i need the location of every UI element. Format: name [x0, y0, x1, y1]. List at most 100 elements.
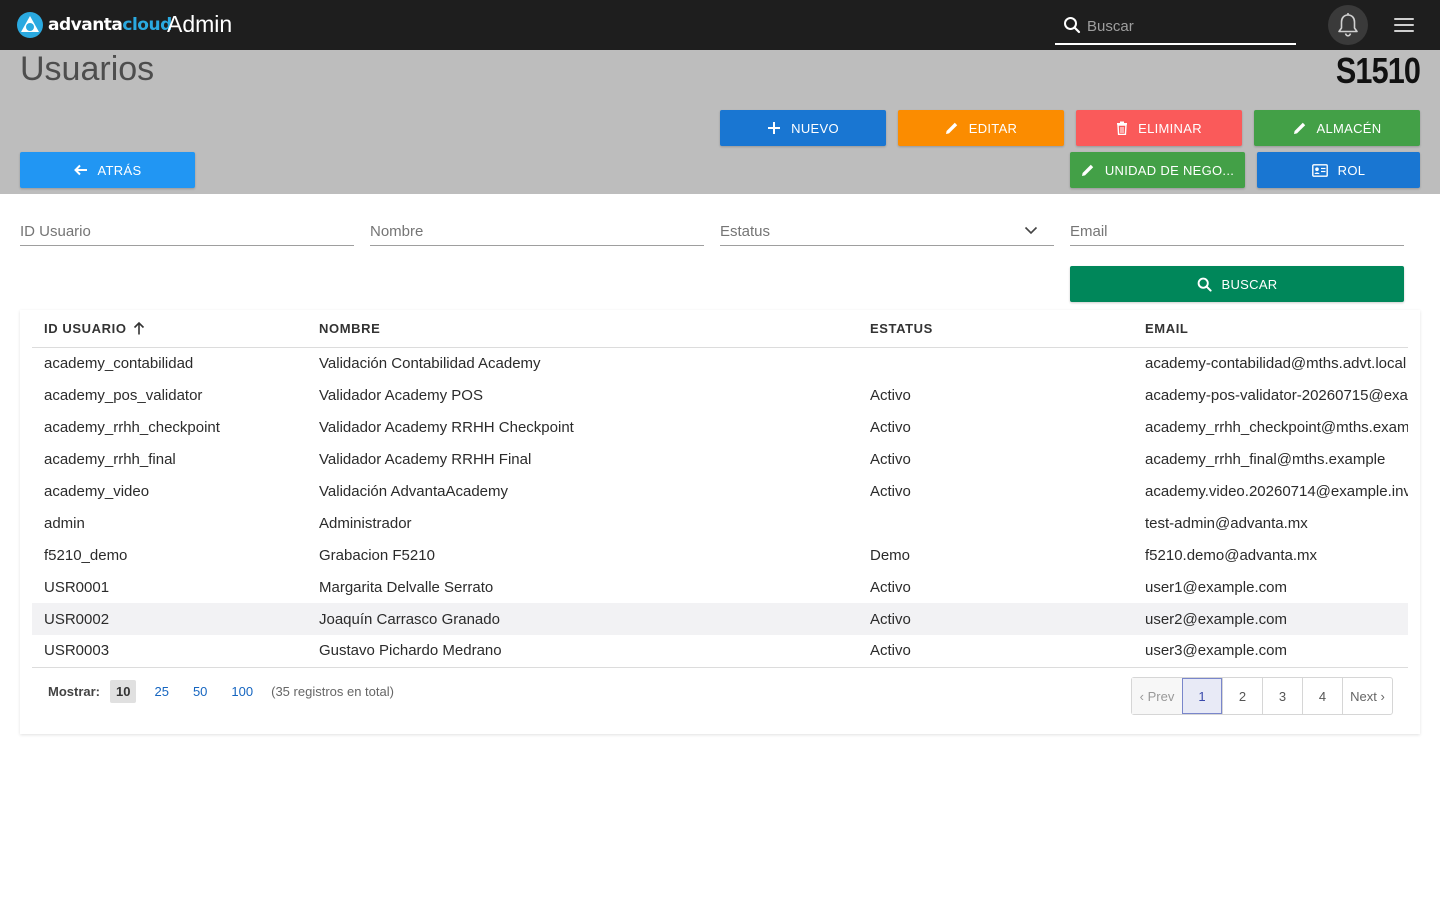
page-header: Usuarios S1510 NUEVO EDITAR ELIMINAR ALM…: [0, 50, 1440, 194]
page-3-button[interactable]: 3: [1262, 678, 1302, 714]
table-row-hovered[interactable]: USR0002 Joaquín Carrasco Granado Activo use…: [32, 603, 1408, 635]
page-size-selector: Mostrar: 10 25 50 100 (35 registros en t…: [48, 680, 394, 703]
table-header-row: ID USUARIO NOMBRE ESTATUS EMAIL: [32, 310, 1408, 348]
column-header-name[interactable]: NOMBRE: [307, 310, 858, 348]
cell-status: [858, 347, 1133, 379]
advantacloud-logo[interactable]: advantacloud: [16, 11, 172, 39]
pagination: ‹ Prev 1 2 3 4 Next ›: [1131, 677, 1393, 715]
cell-id: USR0001: [44, 578, 110, 596]
table-row[interactable]: USR0003 Gustavo Pichardo Medrano Activo use…: [32, 635, 1408, 668]
cell-id: USR0002: [32, 603, 307, 635]
business-unit-button[interactable]: UNIDAD DE NEGO...: [1070, 152, 1245, 188]
name-filter[interactable]: [370, 218, 704, 246]
menu-icon[interactable]: [1392, 15, 1416, 35]
bell-icon: [1338, 13, 1358, 37]
cell-status: Activo: [858, 603, 1133, 635]
cell-status: Activo: [870, 482, 911, 500]
trash-icon: [1117, 121, 1128, 135]
warehouse-button[interactable]: ALMACÉN: [1254, 110, 1420, 146]
cell-id: academy_video: [44, 482, 150, 500]
cell-status: Activo: [870, 386, 911, 404]
prev-page-button[interactable]: ‹ Prev: [1132, 678, 1182, 714]
new-button-label: NUEVO: [791, 120, 839, 136]
pencil-icon: [1293, 122, 1305, 134]
page-title: Usuarios: [20, 50, 155, 88]
column-header-id[interactable]: ID USUARIO: [32, 310, 307, 348]
cell-name: Validador Academy POS: [319, 386, 483, 404]
new-button[interactable]: NUEVO: [720, 110, 886, 146]
page-size-option-100[interactable]: 100: [225, 680, 259, 703]
column-header-status[interactable]: ESTATUS: [858, 310, 1133, 348]
email-filter[interactable]: [1070, 218, 1404, 246]
search-icon: [1197, 277, 1212, 292]
cell-name: Validación AdvantaAcademy: [319, 482, 509, 500]
cell-email: user3@example.com: [1133, 635, 1408, 668]
page-1-button[interactable]: 1: [1182, 678, 1222, 714]
cell-id: admin: [44, 514, 85, 532]
page-size-option-10[interactable]: 10: [110, 680, 137, 703]
cell-email: academy.video.20260714@example.invalid: [1145, 482, 1408, 500]
cell-id: academy_pos_validator: [44, 386, 203, 404]
role-button[interactable]: ROL: [1257, 152, 1420, 188]
page-size-label: Mostrar:: [48, 684, 101, 699]
page-4-button[interactable]: 4: [1302, 678, 1342, 714]
cell-id: academy_rrhh_checkpoint: [44, 418, 220, 436]
table-row[interactable]: academy_rrhh_final Validador Academy RRHH…: [32, 443, 1408, 475]
cell-name: Gustavo Pichardo Medrano: [307, 635, 858, 668]
table-row[interactable]: academy_contabilidad Validación Contabili…: [32, 347, 1408, 379]
users-table: ID USUARIO NOMBRE ESTATUS EMAIL academy_…: [32, 310, 1408, 668]
cell-email: academy_rrhh_checkpoint@mths.example: [1145, 418, 1408, 436]
global-search-input[interactable]: [1087, 14, 1287, 38]
table-row[interactable]: USR0001 Margarita Delvalle Serrato Activo u…: [32, 571, 1408, 603]
cell-email: academy-contabilidad@mths.advt.local: [1145, 354, 1407, 372]
next-page-button[interactable]: Next ›: [1342, 678, 1392, 714]
search-button[interactable]: BUSCAR: [1070, 266, 1404, 302]
delete-button-label: ELIMINAR: [1138, 120, 1202, 136]
total-records: (35 registros en total): [271, 684, 394, 699]
page-size-option-25[interactable]: 25: [148, 680, 174, 703]
id-card-icon: [1311, 163, 1328, 177]
table-row[interactable]: academy_rrhh_checkpoint Validador Academy…: [32, 411, 1408, 443]
cell-email: academy-pos-validator-20260715@example: [1145, 386, 1408, 404]
email-filter-input[interactable]: [1070, 218, 1404, 244]
table-row[interactable]: academy_pos_validator Validador Academy P…: [32, 379, 1408, 411]
back-button[interactable]: ATRÁS: [20, 152, 195, 188]
table-row[interactable]: academy_video Validación AdvantaAcademy Ac…: [32, 475, 1408, 507]
cell-status: Activo: [870, 578, 911, 596]
cell-name: Joaquín Carrasco Granado: [307, 603, 858, 635]
cell-id: academy_contabilidad: [44, 354, 194, 372]
back-button-label: ATRÁS: [97, 162, 142, 178]
column-header-email[interactable]: EMAIL: [1133, 310, 1408, 348]
status-filter-select[interactable]: [720, 218, 1054, 244]
cell-id: f5210_demo: [44, 546, 128, 564]
cell-name: Validador Academy RRHH Checkpoint: [319, 418, 574, 436]
role-button-label: ROL: [1337, 162, 1366, 178]
edit-button-label: EDITAR: [968, 120, 1018, 136]
status-filter[interactable]: [720, 218, 1054, 246]
user-id-filter[interactable]: [20, 218, 354, 246]
delete-button[interactable]: ELIMINAR: [1076, 110, 1242, 146]
pencil-icon: [1081, 164, 1094, 176]
app-title: Admin: [167, 11, 233, 37]
cell-status: Activo: [858, 635, 1133, 668]
cell-name: Administrador: [319, 514, 412, 532]
name-filter-input[interactable]: [370, 218, 704, 244]
sort-ascending-icon: [133, 321, 144, 335]
logo-icon: [17, 12, 43, 38]
page-size-option-50[interactable]: 50: [187, 680, 213, 703]
cell-id: USR0003: [32, 635, 307, 668]
users-table-card: ID USUARIO NOMBRE ESTATUS EMAIL academy_…: [20, 310, 1420, 734]
global-search[interactable]: [1055, 8, 1296, 45]
table-row[interactable]: f5210_demo Grabacion F5210 Demo f5210.demo@…: [32, 539, 1408, 571]
pencil-icon: [945, 122, 957, 134]
warehouse-button-label: ALMACÉN: [1316, 120, 1382, 136]
table-row[interactable]: admin Administrador test-admin@advanta.mx: [32, 507, 1408, 539]
page-2-button[interactable]: 2: [1222, 678, 1262, 714]
arrow-left-icon: [73, 164, 87, 176]
user-id-filter-input[interactable]: [20, 218, 354, 244]
logo-text-advanta: advanta: [48, 15, 123, 35]
chevron-down-icon: [1024, 226, 1038, 235]
notifications-button[interactable]: [1328, 5, 1368, 45]
edit-button[interactable]: EDITAR: [898, 110, 1064, 146]
cell-name: Validador Academy RRHH Final: [319, 450, 532, 468]
